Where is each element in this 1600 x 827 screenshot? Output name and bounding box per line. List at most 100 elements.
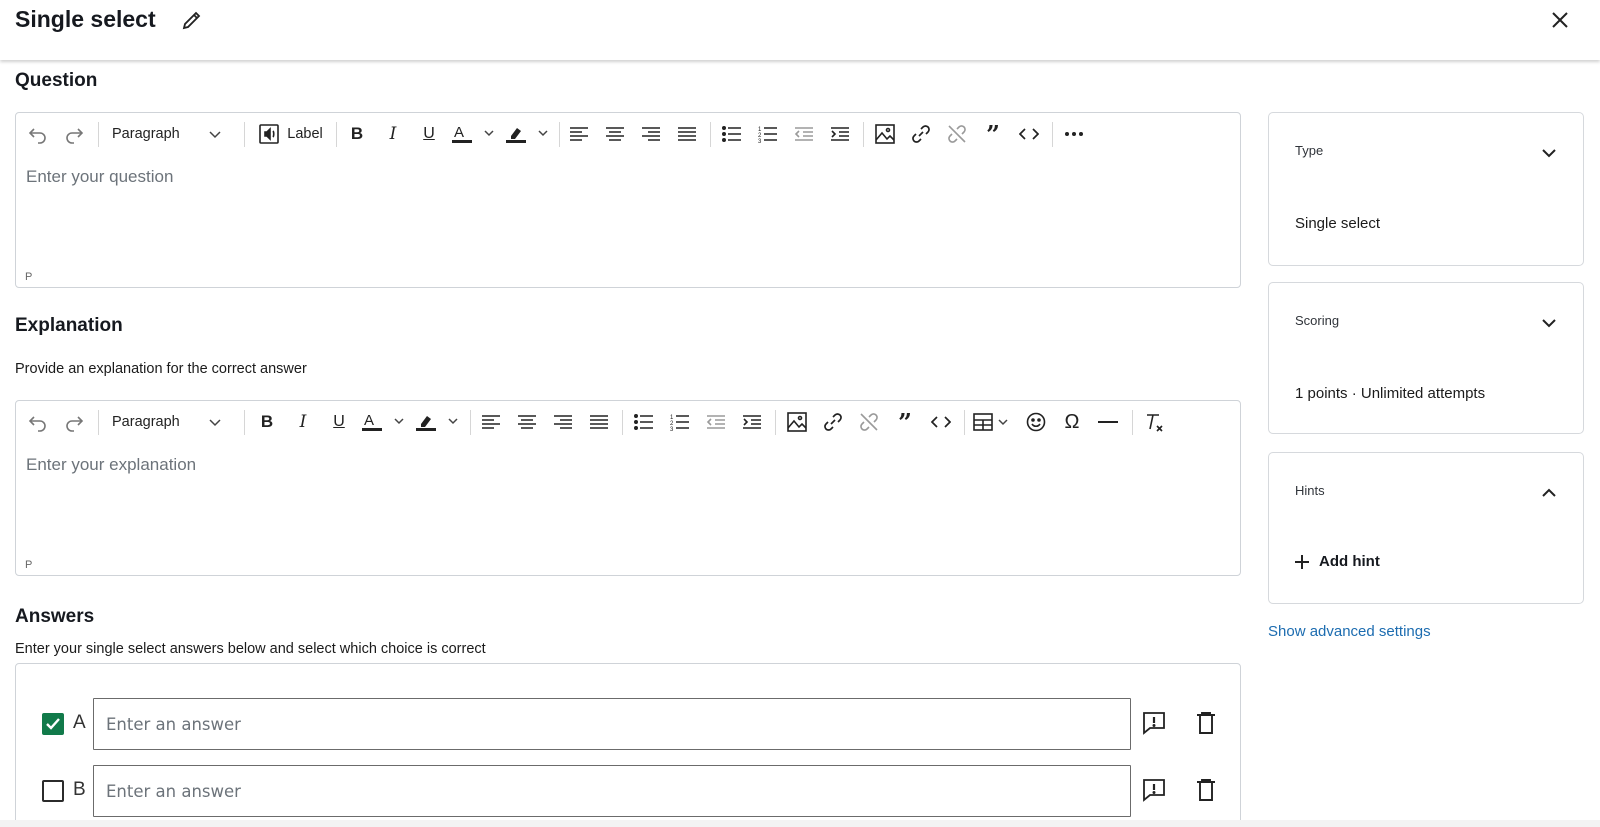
align-justify-icon[interactable] <box>585 409 613 435</box>
image-icon[interactable] <box>783 409 811 435</box>
bold-icon[interactable]: B <box>343 121 371 147</box>
answer-feedback-icon[interactable] <box>1141 710 1167 736</box>
block-format-select[interactable]: Paragraph <box>100 409 228 435</box>
block-format-select[interactable]: Paragraph <box>100 121 228 147</box>
scoring-value: 1 points · Unlimited attempts <box>1295 385 1486 402</box>
link-icon[interactable] <box>907 121 935 147</box>
align-right-icon[interactable] <box>637 121 665 147</box>
question-toolbar: Paragraph Label B I U A 123 ” <box>16 113 1240 155</box>
show-advanced-settings-link[interactable]: Show advanced settings <box>1268 623 1431 640</box>
element-path-indicator: P <box>25 271 33 283</box>
numbered-list-icon[interactable]: 123 <box>666 409 694 435</box>
special-character-icon[interactable]: Ω <box>1058 409 1086 435</box>
indent-icon[interactable] <box>826 121 854 147</box>
underline-icon[interactable]: U <box>415 121 443 147</box>
code-icon[interactable] <box>1015 121 1043 147</box>
chevron-down-icon <box>209 419 221 427</box>
add-hint-button[interactable]: Add hint <box>1295 553 1380 570</box>
align-center-icon[interactable] <box>601 121 629 147</box>
undo-icon[interactable] <box>24 409 52 435</box>
italic-icon[interactable]: I <box>289 409 317 435</box>
explanation-heading: Explanation <box>15 315 123 336</box>
close-icon <box>1552 12 1568 28</box>
text-color-icon[interactable]: A <box>360 409 408 435</box>
answer-letter: B <box>73 779 86 800</box>
question-input-placeholder: Enter your question <box>26 167 174 186</box>
dialog-header: Single select <box>0 0 1600 60</box>
trash-icon[interactable] <box>1193 710 1219 736</box>
chevron-down-icon[interactable] <box>1539 313 1559 333</box>
table-icon[interactable] <box>971 409 1015 435</box>
svg-text:3: 3 <box>758 139 762 143</box>
plus-icon <box>1295 554 1309 569</box>
speaker-label-icon <box>259 124 280 144</box>
unlink-icon[interactable] <box>855 409 883 435</box>
bullet-list-icon[interactable] <box>630 409 658 435</box>
label-button[interactable]: Label <box>253 121 327 147</box>
trash-icon[interactable] <box>1193 777 1219 803</box>
blockquote-icon[interactable]: ” <box>891 408 919 437</box>
answer-row-a: A <box>16 698 1242 750</box>
highlight-color-icon[interactable] <box>504 121 552 147</box>
chevron-down-icon[interactable] <box>1539 143 1559 163</box>
svg-text:3: 3 <box>670 427 674 431</box>
indent-icon[interactable] <box>738 409 766 435</box>
answer-row-b: B <box>16 765 1242 817</box>
chevron-down-icon <box>209 131 221 139</box>
close-button[interactable] <box>1546 6 1574 34</box>
answer-feedback-icon[interactable] <box>1141 777 1167 803</box>
redo-icon[interactable] <box>60 409 88 435</box>
outdent-icon[interactable] <box>702 409 730 435</box>
text-color-icon[interactable]: A <box>450 121 498 147</box>
italic-icon[interactable]: I <box>379 121 407 147</box>
code-icon[interactable] <box>927 409 955 435</box>
question-editor[interactable]: Paragraph Label B I U A 123 ” Enter your <box>15 112 1241 288</box>
explanation-editor[interactable]: Paragraph B I U A 123 ” Ω Enter your exp… <box>15 400 1241 576</box>
answer-letter: A <box>73 712 86 733</box>
emoji-icon[interactable] <box>1022 409 1050 435</box>
element-path-indicator: P <box>25 559 33 571</box>
align-left-icon[interactable] <box>477 409 505 435</box>
answer-input-a[interactable] <box>93 698 1131 750</box>
bottom-edge <box>0 820 1600 827</box>
answers-heading: Answers <box>15 606 95 627</box>
align-center-icon[interactable] <box>513 409 541 435</box>
explanation-toolbar: Paragraph B I U A 123 ” Ω <box>16 401 1240 443</box>
outdent-icon[interactable] <box>790 121 818 147</box>
bullet-list-icon[interactable] <box>718 121 746 147</box>
blockquote-icon[interactable]: ” <box>979 120 1007 149</box>
align-left-icon[interactable] <box>565 121 593 147</box>
question-heading: Question <box>15 70 98 91</box>
horizontal-rule-icon[interactable] <box>1094 409 1122 435</box>
clear-formatting-icon[interactable] <box>1140 409 1168 435</box>
type-settings-card: Type Single select <box>1268 112 1584 266</box>
correct-answer-checkbox-b[interactable] <box>42 780 64 802</box>
undo-icon[interactable] <box>24 121 52 147</box>
hints-label: Hints <box>1295 483 1325 498</box>
unlink-icon[interactable] <box>943 121 971 147</box>
checkmark-icon <box>46 718 60 730</box>
align-justify-icon[interactable] <box>673 121 701 147</box>
answers-description: Enter your single select answers below a… <box>15 641 486 657</box>
correct-answer-checkbox-a[interactable] <box>42 713 64 735</box>
chevron-up-icon[interactable] <box>1539 483 1559 503</box>
svg-text:A: A <box>454 124 464 141</box>
scoring-label: Scoring <box>1295 313 1340 328</box>
bold-icon[interactable]: B <box>253 409 281 435</box>
link-icon[interactable] <box>819 409 847 435</box>
pencil-icon[interactable] <box>180 8 204 32</box>
underline-icon[interactable]: U <box>325 409 353 435</box>
more-icon[interactable] <box>1060 121 1088 147</box>
highlight-color-icon[interactable] <box>414 409 462 435</box>
dialog-title: Single select <box>15 6 156 32</box>
redo-icon[interactable] <box>60 121 88 147</box>
numbered-list-icon[interactable]: 123 <box>754 121 782 147</box>
type-label: Type <box>1295 143 1324 158</box>
align-right-icon[interactable] <box>549 409 577 435</box>
explanation-input-placeholder: Enter your explanation <box>26 455 197 474</box>
image-icon[interactable] <box>871 121 899 147</box>
answer-input-b[interactable] <box>93 765 1131 817</box>
answers-list: A B <box>15 663 1241 827</box>
svg-text:A: A <box>364 412 374 429</box>
type-value: Single select <box>1295 215 1381 232</box>
